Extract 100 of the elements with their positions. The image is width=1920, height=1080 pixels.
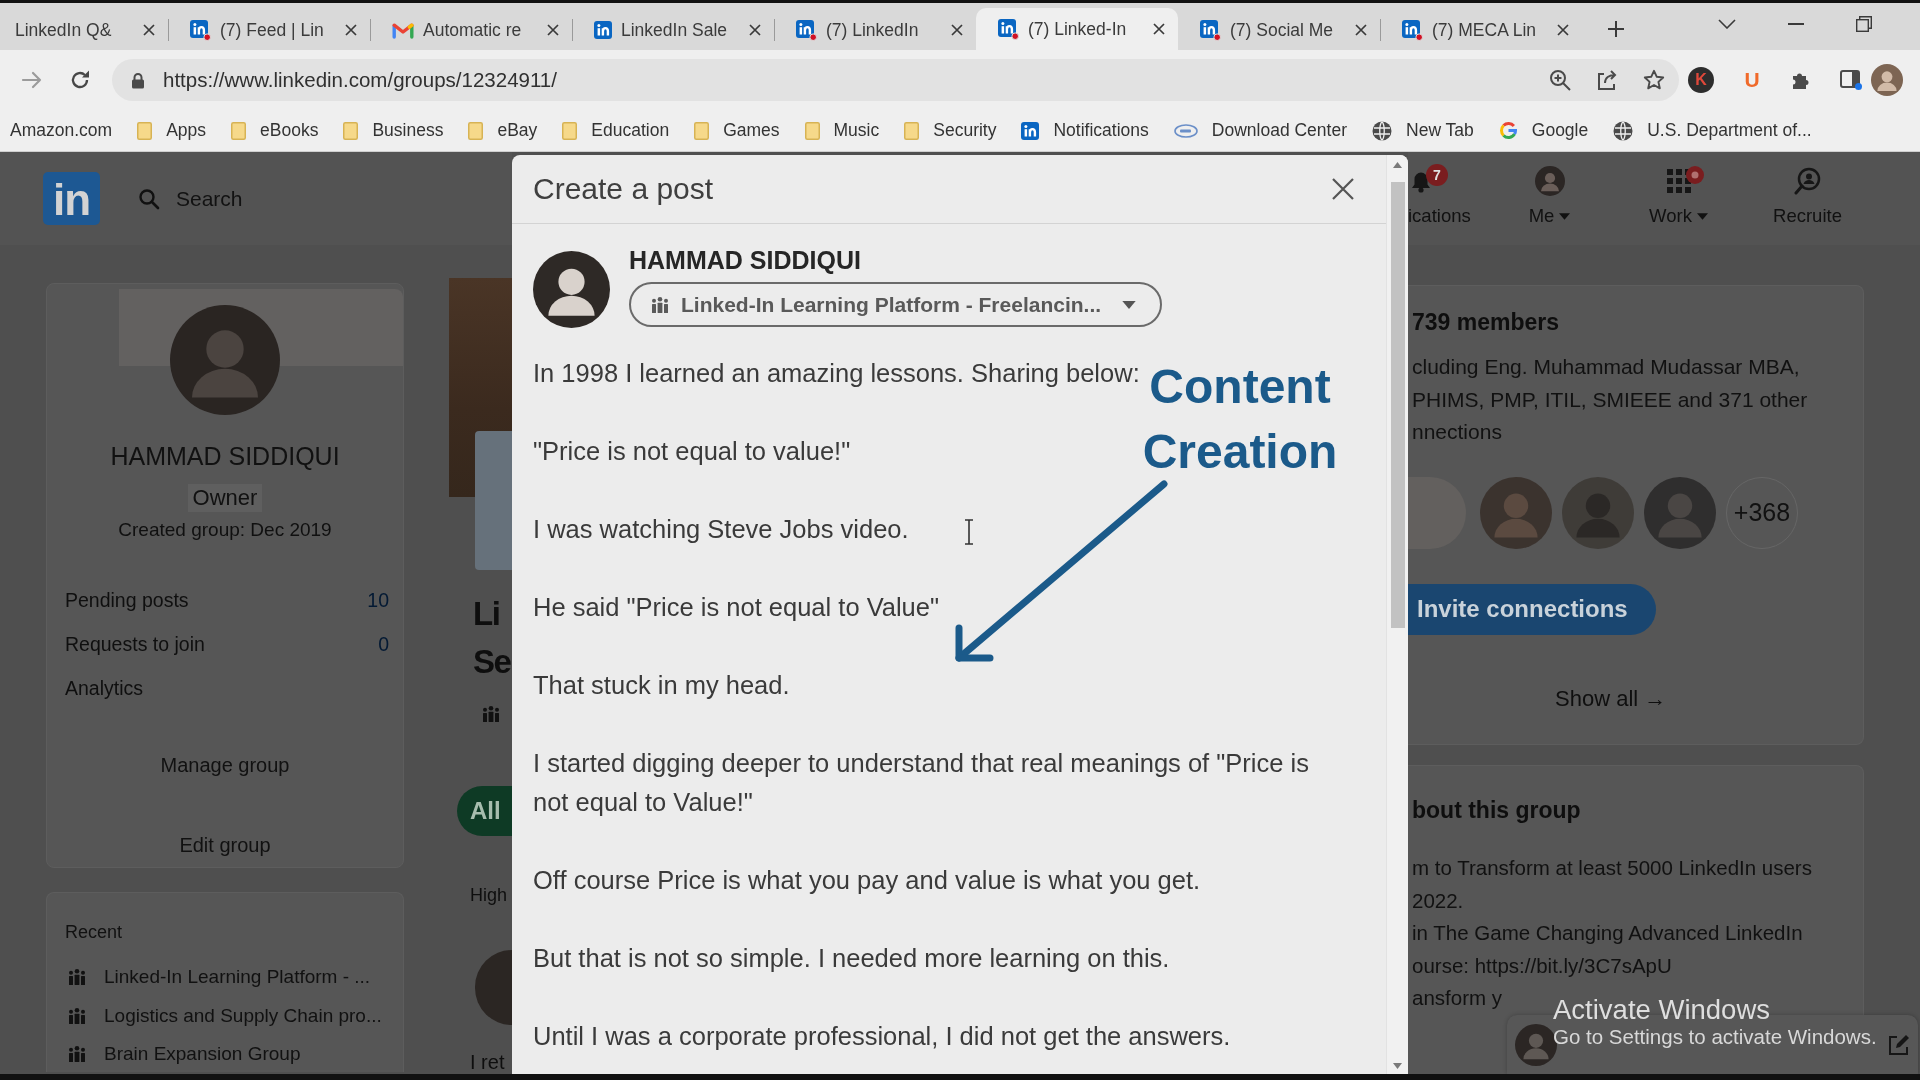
- group-icon: [68, 1007, 86, 1024]
- bookmark[interactable]: Notifications: [1021, 117, 1149, 144]
- bookmark[interactable]: U.S. Department of...: [1613, 117, 1812, 144]
- bookmark[interactable]: Security: [904, 117, 997, 144]
- browser-tab[interactable]: (7) Linked-In: [976, 8, 1178, 50]
- role-label: Owner: [187, 484, 263, 512]
- profile-name: HAMMAD SIDDIQUI: [109, 441, 341, 471]
- close-icon[interactable]: [345, 24, 357, 36]
- browser-tab[interactable]: Automatic re: [370, 10, 572, 50]
- close-icon[interactable]: [1355, 24, 1367, 36]
- close-icon: [1331, 177, 1355, 201]
- group-icon: [482, 706, 500, 722]
- post-paragraph: In 1998 I learned an amazing lessons. Sharing below:: [533, 358, 1140, 389]
- filter-button[interactable]: All: [457, 786, 512, 836]
- google-logo-icon: [1498, 121, 1518, 140]
- restore-icon[interactable]: [1856, 15, 1872, 32]
- close-icon[interactable]: [1557, 24, 1569, 36]
- address-field[interactable]: https://www.linkedin.com/groups/12324911/: [112, 59, 1679, 101]
- bookmark[interactable]: Education: [562, 117, 670, 144]
- linkedin-logo-icon: [1200, 19, 1221, 41]
- bookmark[interactable]: Music: [804, 117, 880, 144]
- post-paragraph: Off course Price is what you pay and value is what you get.: [533, 865, 1201, 896]
- invite-button[interactable]: Invite connections: [1408, 583, 1656, 635]
- members-description-line: cluding Eng. Muhammad Mudassar MBA,: [1412, 354, 1800, 380]
- globe-icon: [1372, 120, 1392, 141]
- profile-avatar[interactable]: [1871, 64, 1903, 96]
- folder-icon: [468, 121, 484, 140]
- members-description-line: nnections: [1412, 419, 1502, 445]
- post-text: I ret: [470, 1052, 505, 1072]
- post-paragraph: I was watching Steve Jobs video.: [533, 514, 909, 545]
- side-panel-icon[interactable]: [1840, 70, 1862, 90]
- star-icon[interactable]: [1643, 69, 1665, 91]
- bookmark[interactable]: Games: [694, 117, 780, 144]
- linkedin-logo-icon: [998, 18, 1019, 40]
- bookmark[interactable]: Business: [343, 117, 444, 144]
- text-cursor-icon: [964, 519, 974, 545]
- post-paragraph: Until I was a corporate professional, I did not get the answers.: [533, 1021, 1231, 1052]
- members-description-line: PHIMS, PMP, ITIL, SMIEEE and 371 other: [1412, 386, 1808, 413]
- scroll-down-icon[interactable]: [1393, 1063, 1402, 1069]
- author-name: HAMMAD SIDDIQUI: [629, 246, 861, 274]
- bookmark[interactable]: New Tab: [1372, 117, 1474, 144]
- stat-count: 10: [367, 588, 389, 614]
- about-text-line: ourse: https://bit.ly/3C7sApU: [1412, 952, 1672, 979]
- section-label: High: [470, 884, 508, 906]
- oval-logo-icon: [1173, 123, 1198, 138]
- group-icon: [68, 1046, 86, 1063]
- about-text-line: in The Game Changing Advanced LinkedIn: [1412, 920, 1803, 946]
- chevron-down-icon[interactable]: [1718, 18, 1736, 29]
- reload-icon[interactable]: [69, 69, 91, 91]
- close-icon[interactable]: [1153, 23, 1165, 35]
- group-icon: [68, 969, 86, 986]
- about-text-line: ansform y: [1412, 985, 1502, 1011]
- caret-down-icon: [1122, 300, 1136, 309]
- notification-dot-icon: [1686, 166, 1704, 184]
- audience-dropdown[interactable]: Linked-In Learning Platform - Freelancin...: [629, 282, 1162, 327]
- created-date: Created group: Dec 2019: [118, 518, 332, 542]
- browser-tab[interactable]: (7) Feed | Lin: [168, 10, 370, 50]
- close-icon[interactable]: [749, 24, 761, 36]
- annotation-text: Content Creation: [1141, 359, 1339, 480]
- nav-item[interactable]: ications 7: [1408, 152, 1485, 245]
- zoom-in-icon[interactable]: [1549, 69, 1571, 91]
- bookmark[interactable]: Apps: [137, 117, 206, 144]
- close-icon[interactable]: [143, 24, 155, 36]
- scrollbar-thumb[interactable]: [1390, 182, 1405, 628]
- about-text-line: m to Transform at least 5000 LinkedIn users: [1412, 855, 1812, 881]
- section-title: Recent: [64, 921, 123, 944]
- linkedin-logo[interactable]: in: [43, 172, 100, 225]
- dialog-title: Create a post: [533, 171, 714, 207]
- folder-icon: [231, 121, 246, 140]
- search-icon: [138, 187, 160, 210]
- folder-icon: [694, 121, 710, 140]
- linkedin-logo-icon: [1402, 19, 1423, 41]
- close-icon[interactable]: [547, 24, 559, 36]
- minimize-icon[interactable]: [1788, 22, 1804, 25]
- edit-icon[interactable]: [1888, 1033, 1910, 1056]
- scroll-up-icon[interactable]: [1393, 162, 1402, 168]
- scrollbar-track[interactable]: [1386, 155, 1408, 1074]
- browser-tab[interactable]: (7) LinkedIn: [774, 10, 976, 50]
- bookmark[interactable]: Download Center: [1173, 117, 1347, 144]
- bookmark[interactable]: eBooks: [231, 117, 319, 144]
- lock-icon: [131, 71, 145, 89]
- group-title: Se: [473, 642, 511, 682]
- bookmark[interactable]: Google: [1498, 117, 1589, 144]
- folder-icon: [904, 121, 920, 140]
- bookmark[interactable]: Amazon.com: [10, 117, 113, 144]
- new-tab-icon[interactable]: [1608, 21, 1624, 37]
- browser-tab[interactable]: LinkedIn Q&: [0, 10, 168, 50]
- browser-tab[interactable]: (7) MECA Lin: [1380, 10, 1582, 50]
- members-count: 739 members: [1412, 308, 1560, 336]
- close-icon[interactable]: [951, 24, 963, 36]
- linkedin-logo-icon: [190, 19, 211, 41]
- post-paragraph: He said "Price is not equal to Value": [533, 592, 940, 623]
- stat-count: 0: [378, 632, 389, 658]
- share-icon[interactable]: [1596, 69, 1618, 91]
- folder-icon: [343, 121, 359, 140]
- bookmark[interactable]: eBay: [468, 117, 538, 144]
- browser-tab[interactable]: (7) Social Me: [1178, 10, 1380, 50]
- search-field[interactable]: Search: [176, 178, 416, 219]
- browser-tab[interactable]: LinkedIn Sale: [572, 10, 774, 50]
- post-paragraph: "Price is not equal to value!": [533, 436, 851, 467]
